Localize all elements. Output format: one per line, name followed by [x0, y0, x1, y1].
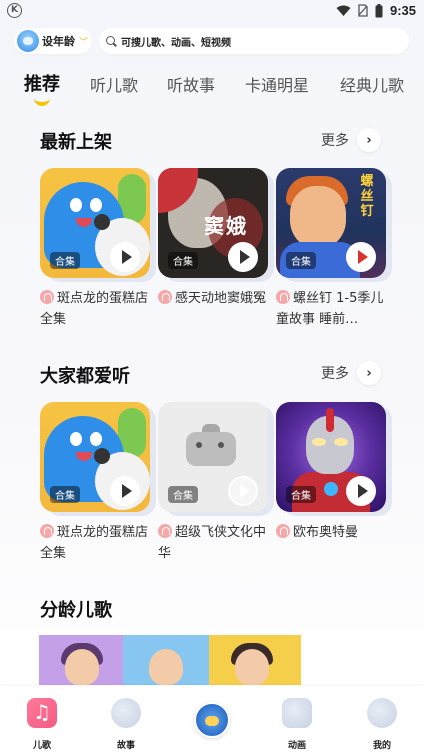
age-panel-image [39, 635, 123, 685]
status-right: 9:35 [336, 3, 416, 18]
tab-cartoon-stars[interactable]: 卡通明星 [245, 72, 309, 96]
collection-badge: 合集 [50, 252, 80, 269]
nav-item-mine[interactable]: 我的 [362, 698, 402, 751]
chevron-down-icon: ﹀ [79, 37, 89, 48]
play-icon[interactable] [110, 242, 140, 272]
more-button-new[interactable]: 更多 › [321, 128, 381, 152]
center-avatar-icon[interactable] [194, 702, 230, 738]
nav-item-stories[interactable]: 故事 [106, 698, 146, 751]
album-cover: 窦娥 合集 [158, 168, 274, 282]
play-icon[interactable] [110, 476, 140, 506]
more-label: 更多 [321, 366, 349, 382]
cover-title-text: 螺丝钉 [360, 174, 374, 219]
listen-icon [276, 524, 290, 538]
section-title-new: 最新上架 [40, 132, 112, 153]
play-icon[interactable] [346, 242, 376, 272]
age-avatar-icon [17, 30, 39, 52]
album-card[interactable]: 合集 欧布奥特曼 [276, 402, 392, 543]
more-label: 更多 [321, 133, 349, 149]
chevron-right-icon: › [357, 361, 381, 385]
tab-stories[interactable]: 听故事 [167, 72, 215, 96]
play-icon[interactable] [346, 476, 376, 506]
listen-icon [158, 290, 172, 304]
collection-badge: 合集 [168, 252, 198, 269]
tab-songs[interactable]: 听儿歌 [90, 72, 138, 96]
nav-label: 儿歌 [32, 741, 51, 751]
listen-icon [276, 290, 290, 304]
play-icon[interactable] [228, 242, 258, 272]
album-title: 螺丝钉 1-5季儿童故事 睡前… [276, 290, 384, 327]
album-title: 斑点龙的蛋糕店全集 [40, 524, 149, 561]
collection-badge: 合集 [168, 486, 198, 503]
section-title-popular: 大家都爱听 [40, 366, 130, 387]
collection-badge: 合集 [50, 486, 80, 503]
mine-icon [367, 698, 397, 728]
collection-badge: 合集 [286, 486, 316, 503]
age-selector-label: 设年龄 [42, 35, 75, 48]
nav-item-songs[interactable]: 儿歌 [22, 698, 62, 751]
status-time: 9:35 [389, 3, 416, 18]
age-panel-image [123, 635, 209, 685]
nav-item-cartoon[interactable]: 动画 [277, 698, 317, 751]
nav-label: 故事 [116, 741, 135, 751]
play-icon[interactable] [228, 476, 258, 506]
age-panel-image [209, 635, 301, 685]
album-card[interactable]: 合集 斑点龙的蛋糕店全集 [40, 402, 156, 564]
collection-badge: 合集 [286, 252, 316, 269]
bottom-navigation: 儿歌 故事 动画 我的 [0, 686, 424, 754]
cover-calligraphy: 窦娥 [204, 214, 248, 238]
wifi-icon [336, 5, 351, 16]
tab-classic-songs[interactable]: 经典儿歌 [340, 72, 404, 96]
album-card[interactable]: 合集 斑点龙的蛋糕店全集 [40, 168, 156, 330]
listen-icon [40, 290, 54, 304]
category-tabs: 推荐 听儿歌 听故事 卡通明星 经典儿歌 [0, 72, 424, 112]
nav-label: 动画 [287, 741, 306, 751]
age-songs-banner[interactable] [39, 635, 301, 685]
album-cover: 合集 [40, 168, 156, 282]
age-selector-button[interactable]: 设年龄 ﹀ [14, 28, 92, 54]
cartoon-icon [282, 698, 312, 728]
listen-icon [158, 524, 172, 538]
album-cover: 合集 [158, 402, 274, 516]
search-icon [106, 35, 117, 47]
search-placeholder: 可搜儿歌、动画、短视频 [121, 37, 231, 49]
album-title: 斑点龙的蛋糕店全集 [40, 290, 149, 327]
album-card[interactable]: 螺丝钉 合集 螺丝钉 1-5季儿童故事 睡前… [276, 168, 392, 330]
status-bar: K 9:35 [0, 0, 424, 22]
album-cover: 螺丝钉 合集 [276, 168, 392, 282]
album-title: 超级飞侠文化中华 [158, 524, 267, 561]
music-icon [27, 698, 57, 728]
album-title: 感天动地窦娥冤 [158, 288, 268, 309]
tab-recommend[interactable]: 推荐 [24, 70, 60, 96]
section-title-age: 分龄儿歌 [40, 600, 112, 621]
nav-label: 我的 [372, 741, 391, 751]
chevron-right-icon: › [357, 128, 381, 152]
search-input[interactable]: 可搜儿歌、动画、短视频 [99, 28, 409, 54]
album-cover: 合集 [276, 402, 392, 516]
battery-icon [375, 3, 383, 17]
album-card[interactable]: 窦娥 合集 感天动地窦娥冤 [158, 168, 274, 309]
listen-icon [40, 524, 54, 538]
album-cover: 合集 [40, 402, 156, 516]
album-title: 欧布奥特曼 [276, 522, 386, 543]
no-sim-icon [358, 4, 368, 17]
app-k-icon: K [7, 3, 22, 18]
more-button-popular[interactable]: 更多 › [321, 361, 381, 385]
album-card[interactable]: 合集 超级飞侠文化中华 [158, 402, 274, 564]
story-icon [111, 698, 141, 728]
